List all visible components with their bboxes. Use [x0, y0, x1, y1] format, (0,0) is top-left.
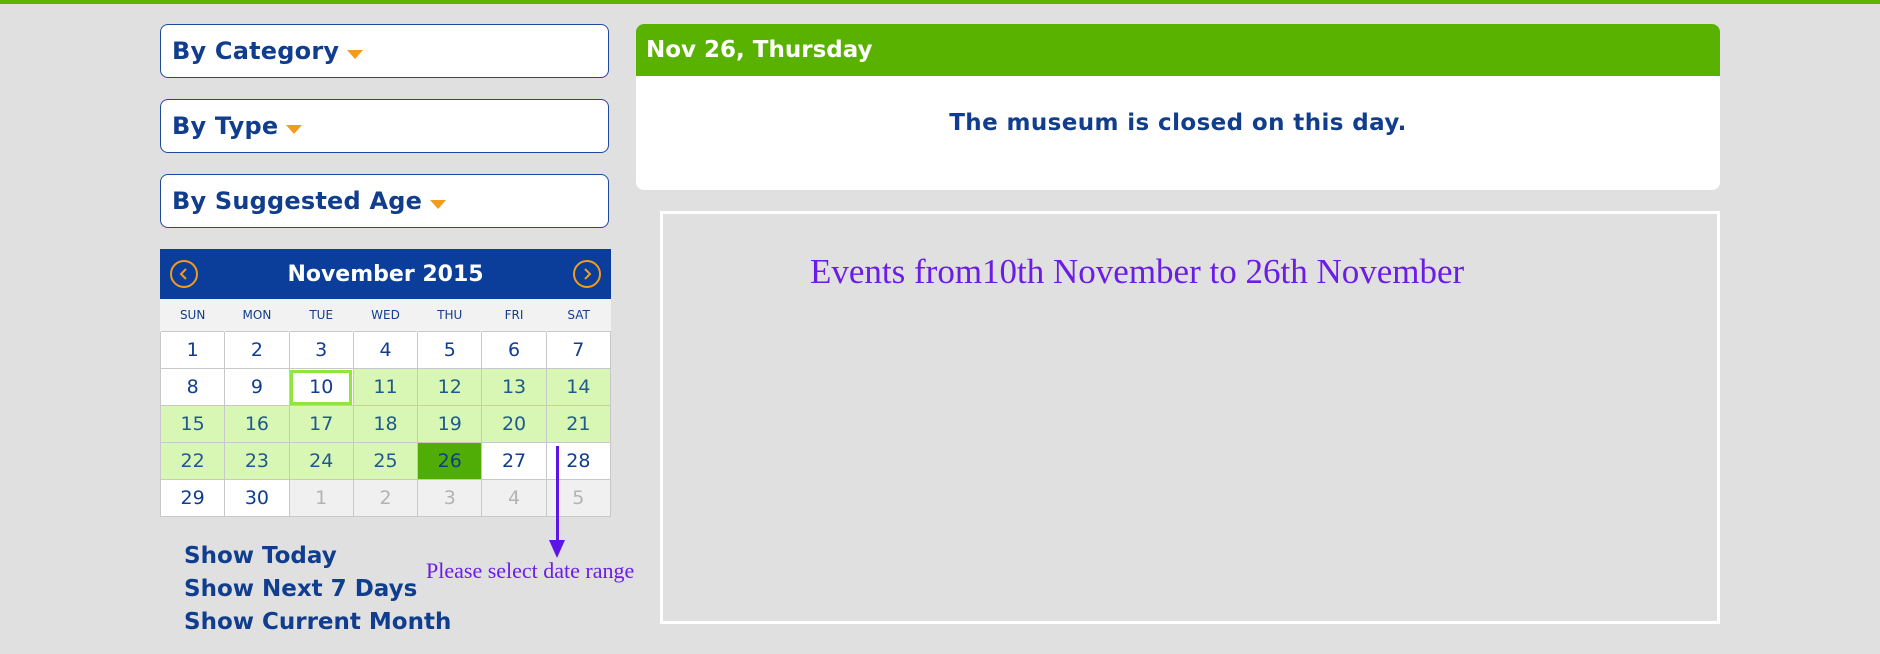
chevron-right-circle-icon[interactable] [573, 260, 601, 288]
calendar-day[interactable]: 27 [481, 442, 547, 480]
calendar-day-selected[interactable]: 26 [417, 442, 483, 480]
calendar: November 2015 SUN MON TUE WED THU FRI SA… [159, 249, 612, 517]
calendar-day-in-range[interactable]: 22 [159, 442, 226, 480]
calendar-day-in-range[interactable]: 17 [288, 405, 354, 443]
calendar-day[interactable]: 7 [545, 331, 612, 369]
calendar-day-in-range[interactable]: 21 [545, 405, 612, 443]
calendar-day-next-month[interactable]: 1 [288, 479, 354, 517]
calendar-day-in-range[interactable]: 12 [417, 368, 483, 406]
annotation-arrow [556, 446, 559, 548]
calendar-day-in-range[interactable]: 15 [159, 405, 226, 443]
week-row: 1 2 3 4 5 6 7 [159, 331, 612, 369]
calendar-day-in-range[interactable]: 13 [481, 368, 547, 406]
calendar-day[interactable]: 9 [224, 368, 290, 406]
calendar-day-in-range[interactable]: 11 [352, 368, 419, 406]
quick-links: Show Today Show Next 7 Days Show Current… [184, 540, 451, 639]
calendar-day-in-range[interactable]: 25 [352, 442, 419, 480]
weekday-label: THU [417, 299, 482, 332]
show-next-7-days-link[interactable]: Show Next 7 Days [184, 573, 451, 606]
calendar-day-range-start[interactable]: 10 [288, 368, 354, 406]
calendar-day-in-range[interactable]: 23 [224, 442, 290, 480]
weekday-label: TUE [288, 299, 354, 332]
calendar-day[interactable]: 1 [159, 331, 226, 369]
weekday-label: FRI [481, 299, 547, 332]
day-panel-heading: Nov 26, Thursday [636, 24, 1720, 76]
calendar-month-label: November 2015 [287, 261, 484, 287]
calendar-day[interactable]: 29 [159, 479, 226, 517]
week-row: 29 30 1 2 3 4 5 [159, 479, 612, 517]
top-accent-bar [0, 0, 1880, 4]
caret-down-icon [430, 199, 447, 209]
week-row: 8 9 10 11 12 13 14 [159, 368, 612, 406]
calendar-day[interactable]: 5 [417, 331, 483, 369]
day-panel: Nov 26, Thursday The museum is closed on… [636, 24, 1720, 190]
calendar-day-in-range[interactable]: 24 [288, 442, 354, 480]
calendar-day[interactable]: 3 [288, 331, 354, 369]
events-range-title: Events from10th November to 26th Novembe… [810, 252, 1465, 291]
weekday-label: MON [224, 299, 290, 332]
week-row: 15 16 17 18 19 20 21 [159, 405, 612, 443]
calendar-day[interactable]: 4 [352, 331, 419, 369]
week-row: 22 23 24 25 26 27 28 [159, 442, 612, 480]
calendar-day-in-range[interactable]: 16 [224, 405, 290, 443]
chevron-left-circle-icon[interactable] [170, 260, 198, 288]
day-panel-message: The museum is closed on this day. [949, 110, 1407, 136]
calendar-day-next-month[interactable]: 2 [352, 479, 419, 517]
weekday-label: WED [352, 299, 418, 332]
calendar-day-in-range[interactable]: 18 [352, 405, 419, 443]
filter-by-type[interactable]: By Type [160, 99, 609, 153]
filter-label: By Category [172, 37, 340, 65]
calendar-day-next-month[interactable]: 3 [417, 479, 483, 517]
filter-label: By Type [172, 112, 279, 140]
filter-by-suggested-age[interactable]: By Suggested Age [160, 174, 609, 228]
calendar-day[interactable]: 2 [224, 331, 290, 369]
caret-down-icon [286, 124, 303, 134]
calendar-grid: SUN MON TUE WED THU FRI SAT 1 2 3 4 5 6 … [159, 299, 612, 517]
show-current-month-link[interactable]: Show Current Month [184, 606, 451, 639]
weekday-label: SUN [159, 299, 225, 332]
calendar-day[interactable]: 6 [481, 331, 547, 369]
filter-by-category[interactable]: By Category [160, 24, 609, 78]
calendar-day-in-range[interactable]: 14 [545, 368, 612, 406]
weekday-label: SAT [545, 299, 611, 332]
calendar-header: November 2015 [160, 249, 611, 299]
calendar-day-in-range[interactable]: 20 [481, 405, 547, 443]
caret-down-icon [347, 49, 364, 59]
annotation-note: Please select date range [426, 558, 635, 583]
calendar-day-next-month[interactable]: 4 [481, 479, 547, 517]
show-today-link[interactable]: Show Today [184, 540, 451, 573]
calendar-day[interactable]: 30 [224, 479, 290, 517]
calendar-day[interactable]: 8 [159, 368, 226, 406]
arrow-down-icon [549, 540, 565, 558]
filter-label: By Suggested Age [172, 187, 423, 215]
weekday-row: SUN MON TUE WED THU FRI SAT [159, 299, 611, 332]
calendar-day-in-range[interactable]: 19 [417, 405, 483, 443]
